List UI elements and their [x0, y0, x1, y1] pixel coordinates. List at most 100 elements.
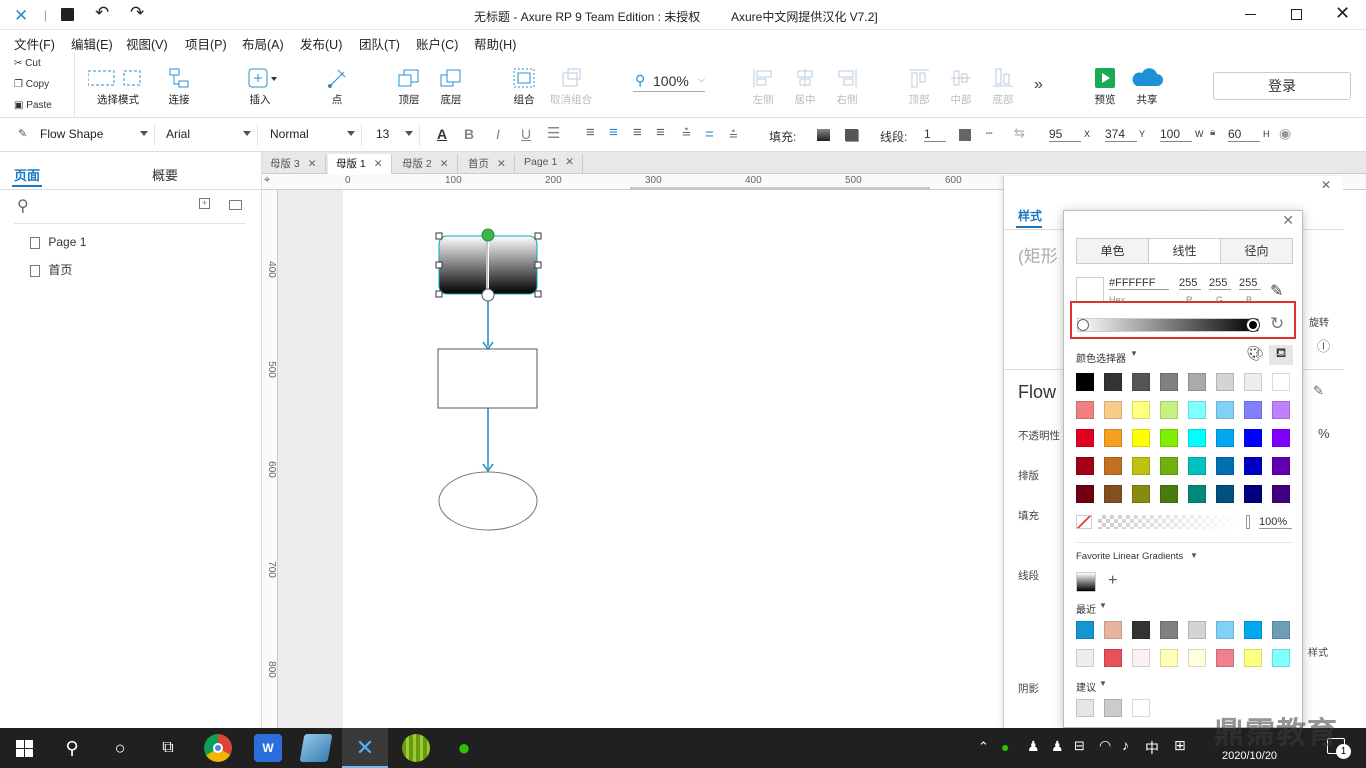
dropdown-icon[interactable]: ▼	[1099, 679, 1107, 688]
dropdown-icon[interactable]: ▼	[1099, 601, 1107, 610]
undo-icon[interactable]: ↶	[95, 3, 109, 23]
x-input[interactable]: 95	[1049, 127, 1081, 142]
color-swatch[interactable]	[1160, 429, 1178, 447]
color-swatch[interactable]	[1216, 621, 1234, 639]
valign-middle-icon[interactable]: =	[705, 126, 714, 143]
favorite-gradient-swatch[interactable]	[1076, 572, 1096, 592]
close-icon[interactable]: ✕	[497, 158, 506, 170]
line-pattern-icon[interactable]: ┅	[986, 127, 993, 140]
align-top-button[interactable]: 顶部	[904, 54, 934, 114]
color-swatch[interactable]	[1188, 485, 1206, 503]
color-swatch[interactable]	[1272, 649, 1290, 667]
color-swatch[interactable]	[1132, 373, 1150, 391]
minimize-button[interactable]	[1245, 14, 1256, 15]
ime-mode-icon[interactable]: ⊞	[1174, 737, 1186, 754]
tray-qq-icon[interactable]: ♟	[1027, 738, 1040, 755]
search-icon[interactable]: ⚲	[58, 734, 86, 762]
tab-solid[interactable]: 单色	[1077, 239, 1149, 263]
menu-help[interactable]: 帮助(H)	[474, 34, 516, 53]
menu-edit[interactable]: 编辑(E)	[71, 34, 113, 53]
select-mode-button[interactable]: 选择模式	[88, 54, 148, 114]
flow-rectangle[interactable]	[437, 348, 538, 409]
align-text-center-icon[interactable]: ≡	[609, 124, 618, 141]
italic-icon[interactable]: I	[496, 126, 500, 142]
color-swatch[interactable]	[1188, 429, 1206, 447]
menu-team[interactable]: 团队(T)	[359, 34, 400, 53]
tray-up-chevron-icon[interactable]: ⌃	[978, 739, 989, 755]
gradient-stop-end[interactable]	[1247, 319, 1259, 331]
color-swatch[interactable]	[1104, 373, 1122, 391]
hex-input[interactable]: #FFFFFF	[1109, 277, 1169, 290]
tray-volume-icon[interactable]: ♪	[1122, 737, 1129, 753]
width-input[interactable]: 100	[1160, 127, 1192, 142]
color-swatch[interactable]	[1160, 457, 1178, 475]
tab-home[interactable]: 首页 ✕	[460, 154, 515, 174]
gradient-bar[interactable]	[1077, 318, 1259, 332]
color-swatch[interactable]	[1188, 401, 1206, 419]
color-swatch[interactable]	[1188, 373, 1206, 391]
cortana-icon[interactable]: ○	[106, 734, 134, 762]
edit-icon[interactable]: ✎	[1313, 383, 1324, 399]
color-swatch[interactable]	[1104, 699, 1122, 717]
search-icon[interactable]: ⚲	[17, 196, 29, 216]
color-swatch[interactable]	[1244, 457, 1262, 475]
shape-style-select[interactable]: ✎ Flow Shape	[0, 124, 155, 146]
eye-icon[interactable]: ◉	[1279, 125, 1291, 142]
add-folder-icon[interactable]	[229, 200, 242, 210]
color-swatch[interactable]	[1272, 621, 1290, 639]
green-input[interactable]: 255	[1209, 277, 1231, 290]
send-to-back-button[interactable]: 底层	[432, 54, 470, 114]
color-swatch[interactable]	[1272, 373, 1290, 391]
axure-icon[interactable]: ✕	[351, 734, 379, 762]
color-swatch[interactable]	[1188, 621, 1206, 639]
lock-icon[interactable]: 🔒︎	[1210, 127, 1215, 138]
justify-icon[interactable]: ≡	[656, 124, 665, 141]
align-bottom-button[interactable]: 底部	[988, 54, 1018, 114]
no-fill-icon[interactable]	[1076, 515, 1092, 529]
color-swatch[interactable]	[1244, 649, 1262, 667]
arrow-style-icon[interactable]: ⇆	[1014, 125, 1025, 141]
color-swatch[interactable]	[1272, 457, 1290, 475]
close-icon[interactable]: ✕	[565, 156, 574, 168]
chrome-icon[interactable]	[204, 734, 232, 762]
color-swatch[interactable]	[1216, 457, 1234, 475]
connect-button[interactable]: 连接	[160, 54, 198, 114]
color-swatch[interactable]	[1076, 401, 1094, 419]
redo-icon[interactable]: ↷	[130, 3, 144, 23]
color-swatch[interactable]	[1216, 649, 1234, 667]
tab-master-2[interactable]: 母版 2 ✕	[394, 154, 458, 174]
close-icon[interactable]: ✕	[374, 158, 383, 170]
color-swatch[interactable]	[1216, 429, 1234, 447]
color-swatch[interactable]	[1076, 485, 1094, 503]
color-swatch[interactable]	[1244, 401, 1262, 419]
reverse-gradient-icon[interactable]: ↻	[1270, 314, 1284, 334]
eyedropper-icon[interactable]: ✎	[1270, 281, 1283, 301]
y-input[interactable]: 374	[1105, 127, 1137, 142]
color-swatch[interactable]	[1244, 485, 1262, 503]
style-link[interactable]: 样式	[1308, 644, 1328, 659]
wps-writer-icon[interactable]: W	[254, 734, 282, 762]
preview-button[interactable]: 预览	[1090, 54, 1120, 114]
close-icon[interactable]: ✕	[1321, 178, 1331, 192]
color-swatch[interactable]	[1104, 429, 1122, 447]
share-button[interactable]: 共享	[1130, 54, 1164, 114]
color-swatch[interactable]	[1132, 649, 1150, 667]
menu-view[interactable]: 视图(V)	[126, 34, 168, 53]
tab-linear[interactable]: 线性	[1149, 239, 1221, 263]
ungroup-button[interactable]: 取消组合	[548, 54, 594, 114]
close-icon[interactable]: ✕	[308, 158, 317, 170]
page-item-page1[interactable]: Page 1	[30, 235, 86, 249]
color-swatch[interactable]	[1188, 649, 1206, 667]
opacity-slider[interactable]	[1098, 515, 1240, 529]
height-input[interactable]: 60	[1228, 127, 1260, 142]
notes-app-icon[interactable]	[299, 734, 333, 762]
color-swatch[interactable]	[1104, 457, 1122, 475]
menu-publish[interactable]: 发布(U)	[300, 34, 342, 53]
align-middle-button[interactable]: 中部	[946, 54, 976, 114]
color-swatch[interactable]	[1160, 485, 1178, 503]
selected-gradient-shape[interactable]	[438, 235, 538, 295]
menu-layout[interactable]: 布局(A)	[242, 34, 284, 53]
group-button[interactable]: 组合	[505, 54, 543, 114]
opacity-value[interactable]: 100%	[1259, 516, 1292, 529]
menu-file[interactable]: 文件(F)	[14, 34, 55, 53]
